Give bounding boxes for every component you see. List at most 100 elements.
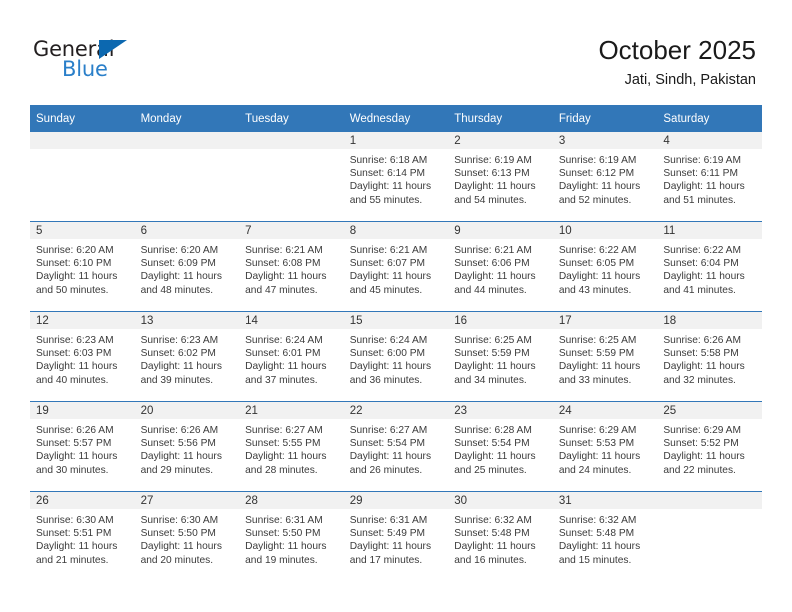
daylight-text-line1: Daylight: 11 hours [454,271,536,283]
sunrise-text: Sunrise: 6:21 AM [245,245,323,256]
day-number: 15 [343,312,449,329]
daylight-text-line1: Daylight: 11 hours [349,271,432,283]
day-cell[interactable]: 2 Sunrise: 6:19 AM Sunset: 6:13 PM Daylight… [448,132,553,222]
day-cell[interactable]: 26 Sunrise: 6:30 AM Sunset: 5:51 PM Dayligh… [30,491,135,581]
day-cell-empty [134,132,240,222]
day-cell[interactable]: 23 Sunrise: 6:28 AM Sunset: 5:54 PM Dayligh… [448,401,553,492]
day-cell[interactable]: 18 Sunrise: 6:26 AM Sunset: 5:58 PM Dayligh… [657,311,762,402]
day-cell-inner: 15 Sunrise: 6:24 AM Sunset: 6:00 PM Dayligh… [343,312,449,401]
daylight-text-line1: Daylight: 11 hours [349,451,432,463]
sunrise-text: Sunrise: 6:26 AM [140,425,219,436]
day-cell[interactable]: 22 Sunrise: 6:27 AM Sunset: 5:54 PM Dayligh… [343,401,449,492]
day-cell[interactable]: 25 Sunrise: 6:29 AM Sunset: 5:52 PM Dayligh… [657,401,762,492]
day-cell[interactable]: 1 Sunrise: 6:18 AM Sunset: 6:14 PM Daylight… [343,132,449,222]
day-details: Sunrise: 6:19 AM Sunset: 6:12 PM Daylight:… [553,149,658,207]
sunset-text: Sunset: 6:14 PM [349,168,426,180]
day-cell[interactable]: 24 Sunrise: 6:29 AM Sunset: 5:53 PM Dayligh… [552,401,658,492]
day-number: 25 [657,402,762,419]
sunset-text: Sunset: 5:49 PM [349,528,426,540]
sunrise-text: Sunrise: 6:24 AM [245,335,323,346]
daylight-text-line1: Daylight: 11 hours [140,541,222,553]
daylight-text-line1: Daylight: 11 hours [454,541,536,553]
day-cell[interactable]: 16 Sunrise: 6:25 AM Sunset: 5:59 PM Dayligh… [448,311,553,402]
sunset-text: Sunset: 6:08 PM [245,258,321,270]
day-cell-inner: 18 Sunrise: 6:26 AM Sunset: 5:58 PM Dayligh… [657,312,762,401]
sunrise-text: Sunrise: 6:30 AM [36,515,114,526]
day-cell-inner: 30 Sunrise: 6:32 AM Sunset: 5:48 PM Dayligh… [448,492,553,581]
day-cell[interactable]: 19 Sunrise: 6:26 AM Sunset: 5:57 PM Dayligh… [30,401,135,492]
sunrise-text: Sunrise: 6:21 AM [349,245,428,256]
sunrise-text: Sunrise: 6:26 AM [36,425,114,436]
day-cell[interactable]: 8 Sunrise: 6:21 AM Sunset: 6:07 PM Daylight… [343,221,449,312]
day-cell[interactable]: 7 Sunrise: 6:21 AM Sunset: 6:08 PM Daylight… [239,221,344,312]
sunrise-text: Sunrise: 6:20 AM [140,245,219,256]
daylight-text-line1: Daylight: 11 hours [140,361,222,373]
daylight-text-line1: Daylight: 11 hours [454,181,536,193]
day-cell-empty [657,491,762,581]
sunrise-text: Sunrise: 6:23 AM [140,335,219,346]
day-cell[interactable]: 3 Sunrise: 6:19 AM Sunset: 6:12 PM Daylight… [552,132,658,222]
day-cell[interactable]: 6 Sunrise: 6:20 AM Sunset: 6:09 PM Daylight… [134,221,240,312]
daylight-text-line2: and 24 minutes. [558,464,632,476]
day-cell[interactable]: 5 Sunrise: 6:20 AM Sunset: 6:10 PM Daylight… [30,221,135,312]
daylight-text-line2: and 33 minutes. [558,374,632,386]
day-number: 24 [552,402,658,419]
day-cell[interactable]: 9 Sunrise: 6:21 AM Sunset: 6:06 PM Daylight… [448,221,553,312]
daylight-text-line2: and 48 minutes. [140,284,214,296]
daylight-text-line2: and 20 minutes. [140,554,214,566]
day-cell[interactable]: 10 Sunrise: 6:22 AM Sunset: 6:05 PM Dayligh… [552,221,658,312]
day-cell[interactable]: 31 Sunrise: 6:32 AM Sunset: 5:48 PM Dayligh… [552,491,658,581]
day-cell-inner: 14 Sunrise: 6:24 AM Sunset: 6:01 PM Dayligh… [239,312,344,401]
day-number: 4 [657,132,762,149]
day-cell[interactable]: 30 Sunrise: 6:32 AM Sunset: 5:48 PM Dayligh… [448,491,553,581]
day-cell-inner [239,132,344,221]
day-cell[interactable]: 17 Sunrise: 6:25 AM Sunset: 5:59 PM Dayligh… [552,311,658,402]
daylight-text-line2: and 30 minutes. [36,464,109,476]
day-cell-inner: 8 Sunrise: 6:21 AM Sunset: 6:07 PM Daylight… [343,222,449,311]
sunset-text: Sunset: 5:53 PM [558,438,635,450]
day-cell-empty [239,132,344,222]
weekday-header-sunday: Sunday [30,105,135,132]
daylight-text-line1: Daylight: 11 hours [558,361,641,373]
sunrise-text: Sunrise: 6:29 AM [558,425,637,436]
day-cell[interactable]: 12 Sunrise: 6:23 AM Sunset: 6:03 PM Dayligh… [30,311,135,402]
daylight-text-line2: and 43 minutes. [558,284,632,296]
day-cell[interactable]: 28 Sunrise: 6:31 AM Sunset: 5:50 PM Dayligh… [239,491,344,581]
day-cell[interactable]: 13 Sunrise: 6:23 AM Sunset: 6:02 PM Dayligh… [134,311,240,402]
day-cell[interactable]: 4 Sunrise: 6:19 AM Sunset: 6:11 PM Daylight… [657,132,762,222]
daylight-text-line1: Daylight: 11 hours [454,361,536,373]
sunset-text: Sunset: 6:12 PM [558,168,635,180]
month-calendar-table: Sunday Monday Tuesday Wednesday Thursday Frid… [30,105,762,581]
day-cell[interactable]: 15 Sunrise: 6:24 AM Sunset: 6:00 PM Dayligh… [343,311,449,402]
day-number: 30 [448,492,553,509]
day-details: Sunrise: 6:24 AM Sunset: 6:01 PM Daylight:… [239,329,344,387]
sunrise-text: Sunrise: 6:23 AM [36,335,114,346]
calendar-week-row: 5 Sunrise: 6:20 AM Sunset: 6:10 PM Daylight… [30,221,762,312]
day-cell[interactable]: 27 Sunrise: 6:30 AM Sunset: 5:50 PM Dayligh… [134,491,240,581]
daylight-text-line1: Daylight: 11 hours [245,541,327,553]
weekday-header-saturday: Saturday [657,105,762,132]
day-number: 2 [448,132,553,149]
sunrise-text: Sunrise: 6:19 AM [454,155,532,166]
sunrise-text: Sunrise: 6:32 AM [558,515,637,526]
day-cell[interactable]: 29 Sunrise: 6:31 AM Sunset: 5:49 PM Dayligh… [343,491,449,581]
sunrise-text: Sunrise: 6:21 AM [454,245,532,256]
day-details: Sunrise: 6:26 AM Sunset: 5:57 PM Daylight:… [30,419,135,477]
day-details: Sunrise: 6:24 AM Sunset: 6:00 PM Daylight:… [344,329,449,387]
day-number: 17 [552,312,658,329]
day-cell-inner: 11 Sunrise: 6:22 AM Sunset: 6:04 PM Dayligh… [657,222,762,311]
day-cell-inner: 1 Sunrise: 6:18 AM Sunset: 6:14 PM Daylight… [343,132,449,221]
calendar-body: 1 Sunrise: 6:18 AM Sunset: 6:14 PM Daylight… [30,132,762,581]
day-number: 23 [448,402,553,419]
day-cell[interactable]: 20 Sunrise: 6:26 AM Sunset: 5:56 PM Dayligh… [134,401,240,492]
daylight-text-line1: Daylight: 11 hours [245,361,327,373]
calendar-page: General Blue October 2025 Jati, Sindh, P… [0,0,792,612]
sunset-text: Sunset: 5:58 PM [663,348,739,360]
calendar-header-row: Sunday Monday Tuesday Wednesday Thursday Frid… [30,105,762,132]
sunset-text: Sunset: 5:54 PM [349,438,426,450]
day-cell[interactable]: 21 Sunrise: 6:27 AM Sunset: 5:55 PM Dayligh… [239,401,344,492]
day-cell[interactable]: 11 Sunrise: 6:22 AM Sunset: 6:04 PM Dayligh… [657,221,762,312]
day-cell[interactable]: 14 Sunrise: 6:24 AM Sunset: 6:01 PM Dayligh… [239,311,344,402]
sunset-text: Sunset: 5:59 PM [558,348,635,360]
daylight-text-line2: and 40 minutes. [36,374,109,386]
